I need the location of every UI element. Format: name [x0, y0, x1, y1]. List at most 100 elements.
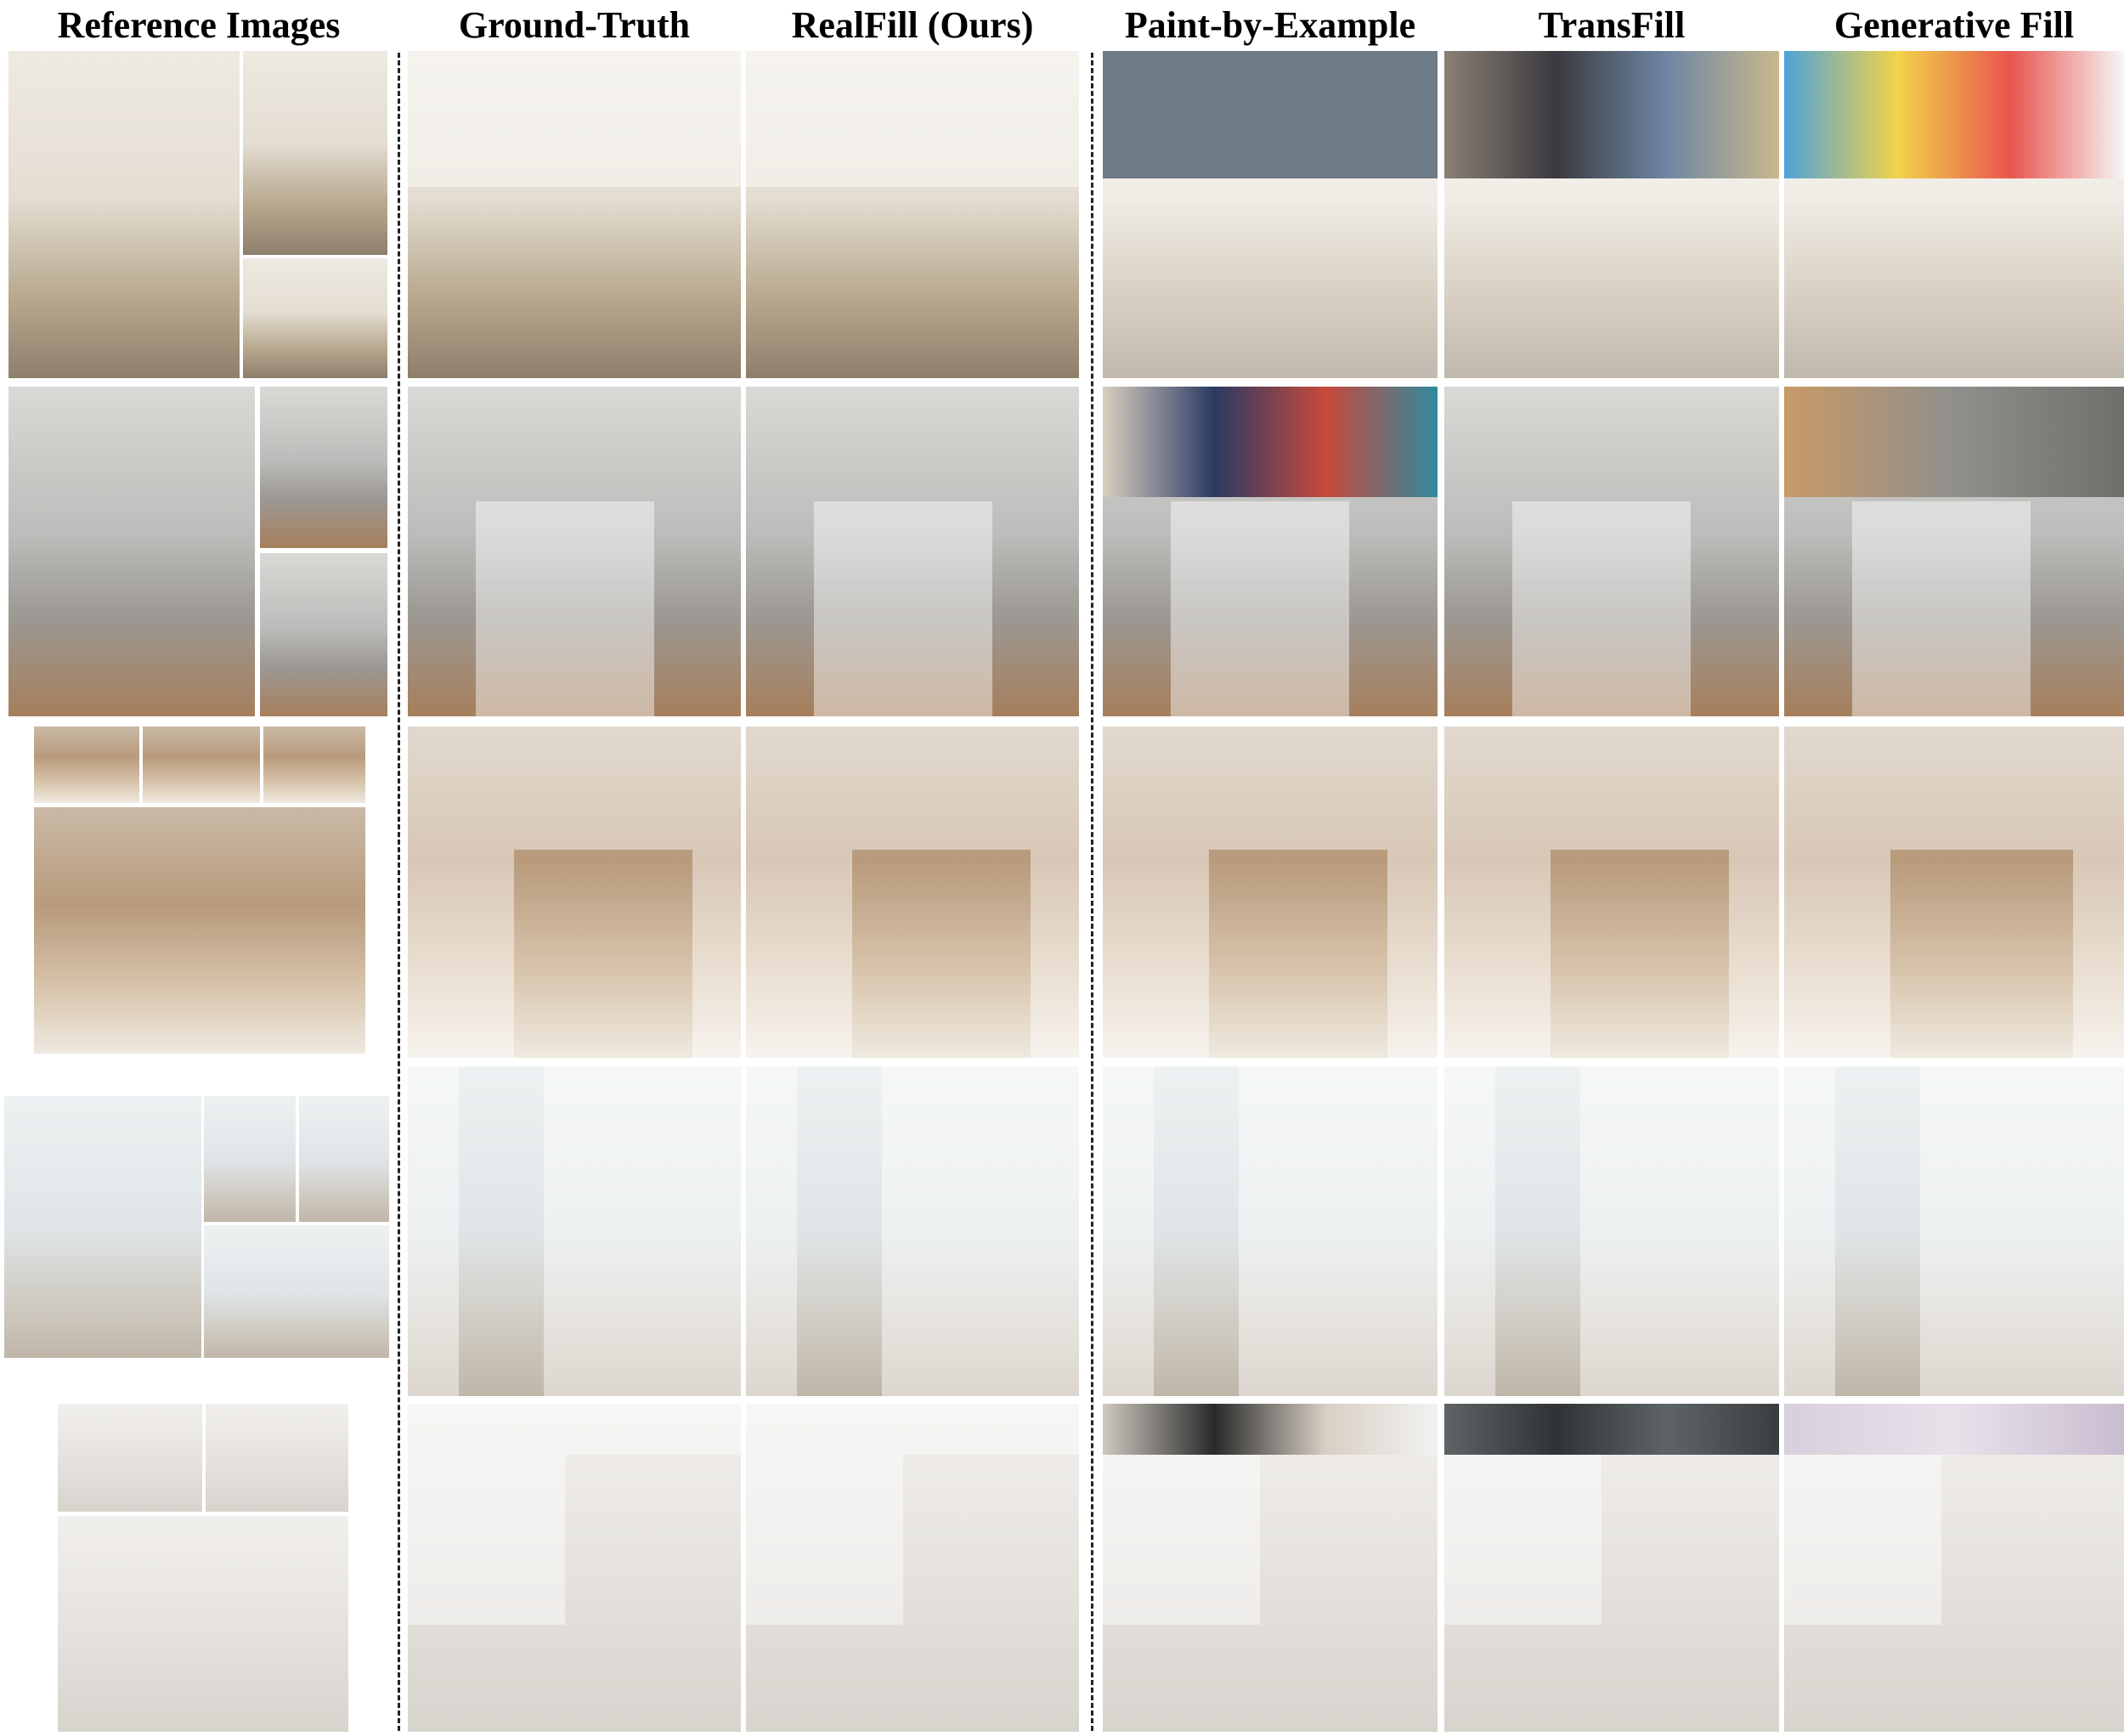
reference-image — [6, 384, 257, 719]
reference-image — [240, 48, 390, 257]
reference-image — [261, 724, 368, 806]
generated-content — [1784, 51, 2124, 178]
realfill-result-image — [746, 51, 1079, 378]
inpaint-mask — [408, 850, 514, 1058]
paint-by-example-result-image — [1103, 1066, 1438, 1396]
inpaint-mask — [746, 1455, 903, 1625]
realfill-result-image — [746, 1404, 1079, 1732]
inpaint-mask — [746, 1404, 1079, 1455]
reference-image — [201, 1094, 298, 1224]
reference-image — [55, 1513, 351, 1734]
inpaint-mask — [746, 727, 1079, 850]
inpaint-mask — [1103, 850, 1209, 1058]
reference-image — [240, 256, 390, 381]
inpaint-mask — [1444, 1066, 1495, 1396]
inpaint-mask — [476, 501, 654, 716]
inpaint-mask — [746, 51, 1079, 187]
ground-truth-image — [408, 727, 741, 1058]
ground-truth-image — [408, 51, 741, 378]
inpaint-mask — [544, 1066, 741, 1396]
inpaint-mask — [408, 1066, 459, 1396]
inpaint-mask — [1387, 850, 1438, 1058]
header-ground-truth: Ground-Truth — [458, 3, 691, 46]
inpaint-mask — [1512, 501, 1691, 716]
inpaint-mask — [1729, 850, 1779, 1058]
generated-content — [1444, 51, 1779, 178]
reference-image — [201, 1223, 392, 1360]
inpaint-mask — [1444, 850, 1551, 1058]
reference-image — [55, 1401, 205, 1514]
realfill-result-image — [746, 387, 1079, 716]
inpaint-mask — [1784, 850, 1890, 1058]
paint-by-example-result-image — [1103, 387, 1438, 716]
generative-fill-result-image — [1784, 387, 2124, 716]
ground-truth-image — [408, 1066, 741, 1396]
inpaint-mask — [408, 1455, 565, 1625]
inpaint-mask — [408, 51, 741, 187]
inpaint-mask — [1031, 850, 1079, 1058]
transfill-result-image — [1444, 51, 1779, 378]
reference-image — [203, 1401, 351, 1514]
inpaint-mask — [1103, 727, 1438, 850]
inpaint-mask — [1580, 1066, 1779, 1396]
generated-content — [1103, 51, 1438, 178]
inpaint-mask — [746, 1066, 797, 1396]
dashed-separator-right — [1091, 53, 1093, 1731]
reference-image — [257, 551, 390, 719]
header-paint-by-example: Paint-by-Example — [1124, 3, 1416, 46]
generative-fill-result-image — [1784, 1066, 2124, 1396]
inpaint-mask — [408, 1404, 741, 1455]
generated-content — [1784, 387, 2124, 497]
inpaint-mask — [1784, 727, 2124, 850]
dashed-separator-left — [398, 53, 400, 1731]
header-transfill: TransFill — [1538, 3, 1686, 46]
inpaint-mask — [692, 850, 741, 1058]
inpaint-mask — [814, 501, 992, 716]
inpaint-mask — [882, 1066, 1079, 1396]
ground-truth-image — [408, 387, 741, 716]
inpaint-mask — [1103, 1455, 1260, 1625]
inpaint-mask — [1920, 1066, 2124, 1396]
transfill-result-image — [1444, 387, 1779, 716]
inpaint-mask — [1171, 501, 1349, 716]
paint-by-example-result-image — [1103, 1404, 1438, 1732]
generated-content — [1103, 1404, 1438, 1455]
generated-content — [1784, 1404, 2124, 1455]
inpaint-mask — [1103, 1066, 1154, 1396]
generative-fill-result-image — [1784, 727, 2124, 1058]
generated-content — [1444, 1404, 1779, 1455]
inpaint-mask — [1444, 727, 1779, 850]
reference-image — [297, 1094, 392, 1224]
paint-by-example-result-image — [1103, 51, 1438, 378]
inpaint-mask — [1784, 178, 2124, 378]
transfill-result-image — [1444, 1404, 1779, 1732]
reference-image — [2, 1094, 204, 1360]
inpaint-mask — [2073, 850, 2124, 1058]
reference-image — [31, 805, 368, 1056]
ground-truth-image — [408, 1404, 741, 1732]
inpaint-mask — [1444, 178, 1779, 378]
header-realfill: RealFill (Ours) — [791, 3, 1034, 46]
generated-content — [1103, 387, 1438, 497]
inpaint-mask — [1103, 178, 1438, 378]
transfill-result-image — [1444, 1066, 1779, 1396]
header-generative-fill: Generative Fill — [1833, 3, 2075, 46]
realfill-result-image — [746, 727, 1079, 1058]
inpaint-mask — [1852, 501, 2031, 716]
reference-image — [31, 724, 142, 806]
paint-by-example-result-image — [1103, 727, 1438, 1058]
transfill-result-image — [1444, 727, 1779, 1058]
realfill-result-image — [746, 1066, 1079, 1396]
inpaint-mask — [1444, 1455, 1601, 1625]
reference-image — [257, 384, 390, 551]
inpaint-mask — [746, 850, 852, 1058]
inpaint-mask — [1784, 1066, 1835, 1396]
reference-image — [140, 724, 263, 806]
inpaint-mask — [1239, 1066, 1438, 1396]
inpaint-mask — [408, 727, 741, 850]
generative-fill-result-image — [1784, 1404, 2124, 1732]
inpaint-mask — [1784, 1455, 1941, 1625]
reference-image — [6, 48, 242, 381]
header-reference-images: Reference Images — [57, 3, 341, 46]
generative-fill-result-image — [1784, 51, 2124, 378]
